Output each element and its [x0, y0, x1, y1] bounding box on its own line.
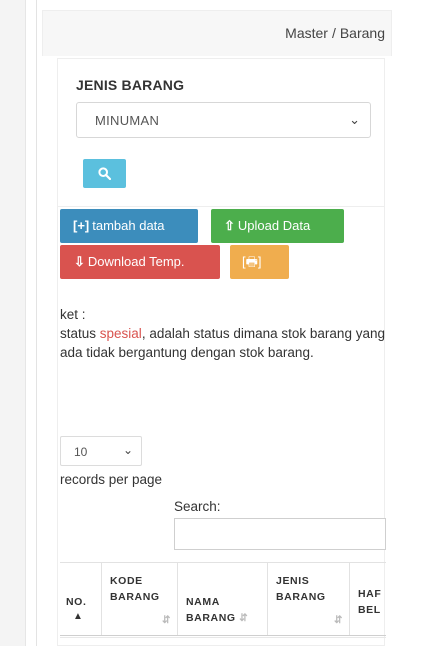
breadcrumb-separator: /	[331, 25, 336, 41]
search-icon	[98, 167, 111, 180]
jenis-barang-select[interactable]: MINUMAN ⌄	[76, 102, 371, 138]
column-header-kode-barang[interactable]: KODE BARANG ⇵	[102, 563, 178, 635]
tambah-data-button[interactable]: [+] tambah data	[60, 209, 198, 243]
print-icon: [🖶]	[242, 254, 262, 269]
column-nama-line1: NAMA	[186, 596, 220, 608]
column-header-jenis-barang[interactable]: JENIS BARANG ⇵	[268, 563, 350, 635]
column-no-label: NO.	[66, 596, 87, 608]
sort-icon: ⇵	[162, 615, 171, 626]
upload-data-button[interactable]: ⇧ Upload Data	[211, 209, 344, 243]
chevron-down-icon: ⌄	[349, 112, 360, 127]
page-length-select[interactable]: 10 ⌄	[60, 436, 142, 466]
sort-icon: ⇵	[334, 615, 343, 626]
column-header-no[interactable]: NO. ▲	[60, 563, 102, 635]
jenis-barang-value: MINUMAN	[95, 113, 160, 128]
chevron-down-icon: ⌄	[122, 443, 133, 457]
column-harga-line1: HAF	[358, 588, 382, 600]
column-nama-label: NAMA BARANG ⇵	[186, 594, 248, 627]
ket-body: status spesial, adalah status dimana sto…	[60, 324, 390, 362]
search-input[interactable]	[174, 518, 386, 550]
table-row	[60, 637, 386, 646]
breadcrumb-master[interactable]: Master	[285, 25, 328, 41]
column-harga-label: HAF BEL	[358, 586, 381, 618]
content-header: Master / Barang	[42, 10, 392, 56]
table-header: NO. ▲ KODE BARANG ⇵ NAMA BARANG ⇵ JENIS BAR…	[60, 562, 386, 636]
ket-highlight: spesial	[99, 326, 142, 341]
column-nama-line2: BARANG	[186, 612, 236, 624]
column-jenis-line2: BARANG	[276, 591, 326, 603]
breadcrumb-barang: Barang	[339, 25, 385, 41]
right-gutter	[396, 0, 421, 646]
search-button[interactable]	[83, 159, 126, 188]
jenis-barang-label: JENIS BARANG	[76, 77, 185, 93]
left-sidebar-edge	[0, 0, 26, 646]
search-label: Search:	[174, 499, 221, 514]
ket-prefix: status	[60, 326, 100, 341]
download-icon: ⇩	[74, 254, 85, 269]
sort-asc-icon: ▲	[73, 611, 84, 622]
content-border	[36, 0, 37, 646]
column-kode-label: KODE BARANG	[110, 573, 160, 605]
ket-title: ket :	[60, 307, 86, 322]
records-per-page-label: records per page	[60, 472, 163, 487]
breadcrumb: Master / Barang	[285, 25, 385, 41]
tambah-data-label: tambah data	[92, 218, 165, 233]
column-header-harga-beli[interactable]: HAF BEL	[350, 563, 386, 635]
page-length-value: 10	[74, 445, 88, 459]
column-jenis-label: JENIS BARANG	[276, 573, 326, 605]
column-kode-line2: BARANG	[110, 591, 160, 603]
plus-square-icon: [+]	[73, 218, 90, 233]
column-kode-line1: KODE	[110, 575, 143, 587]
keterangan-note: ket : status spesial, adalah status dima…	[60, 305, 390, 362]
sort-icon: ⇵	[239, 613, 249, 624]
upload-data-label: Upload Data	[237, 218, 311, 233]
download-template-label: Download Temp.	[87, 254, 185, 269]
upload-icon: ⇧	[224, 218, 235, 233]
download-template-button[interactable]: ⇩ Download Temp.	[60, 245, 220, 279]
print-button[interactable]: [🖶]	[230, 245, 289, 279]
column-header-nama-barang[interactable]: NAMA BARANG ⇵	[178, 563, 268, 635]
column-jenis-line1: JENIS	[276, 575, 310, 587]
column-harga-line2: BEL	[358, 604, 381, 616]
